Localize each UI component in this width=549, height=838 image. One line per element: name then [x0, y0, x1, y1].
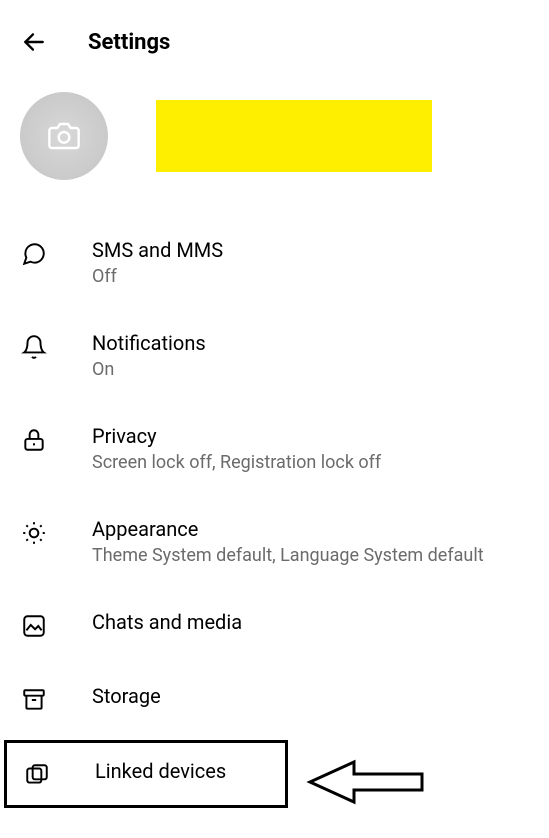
back-arrow-icon: [21, 29, 47, 55]
bell-icon: [21, 334, 47, 360]
camera-icon: [48, 120, 80, 152]
settings-item-storage[interactable]: Storage: [0, 662, 549, 736]
item-title: Linked devices: [95, 759, 226, 783]
highlight-annotation: Linked devices: [4, 740, 288, 808]
settings-item-notifications[interactable]: Notifications On: [0, 309, 549, 402]
settings-item-linked-devices[interactable]: Linked devices: [7, 743, 285, 805]
item-title: Appearance: [92, 517, 484, 541]
settings-item-sms[interactable]: SMS and MMS Off: [0, 216, 549, 309]
settings-item-privacy[interactable]: Privacy Screen lock off, Registration lo…: [0, 402, 549, 495]
item-title: Notifications: [92, 331, 206, 355]
arrow-annotation-icon: [304, 758, 424, 806]
sun-icon: [21, 520, 47, 546]
item-subtitle: On: [92, 359, 206, 380]
avatar-button[interactable]: [20, 92, 108, 180]
settings-list: SMS and MMS Off Notifications On Privacy…: [0, 216, 549, 812]
item-title: Privacy: [92, 424, 381, 448]
back-button[interactable]: [20, 28, 48, 56]
profile-section: [0, 76, 549, 216]
lock-icon: [21, 427, 47, 453]
item-title: Storage: [92, 684, 161, 708]
page-title: Settings: [88, 30, 170, 55]
chat-bubble-icon: [21, 241, 47, 267]
archive-box-icon: [21, 687, 47, 713]
settings-item-appearance[interactable]: Appearance Theme System default, Languag…: [0, 495, 549, 588]
item-subtitle: Screen lock off, Registration lock off: [92, 452, 381, 473]
image-icon: [21, 613, 47, 639]
item-subtitle: Off: [92, 266, 223, 287]
devices-icon: [24, 762, 50, 788]
settings-item-chats[interactable]: Chats and media: [0, 588, 549, 662]
header: Settings: [0, 0, 549, 76]
profile-name-redacted: [156, 100, 432, 172]
item-title: SMS and MMS: [92, 238, 223, 262]
item-title: Chats and media: [92, 610, 242, 634]
item-subtitle: Theme System default, Language System de…: [92, 545, 484, 566]
